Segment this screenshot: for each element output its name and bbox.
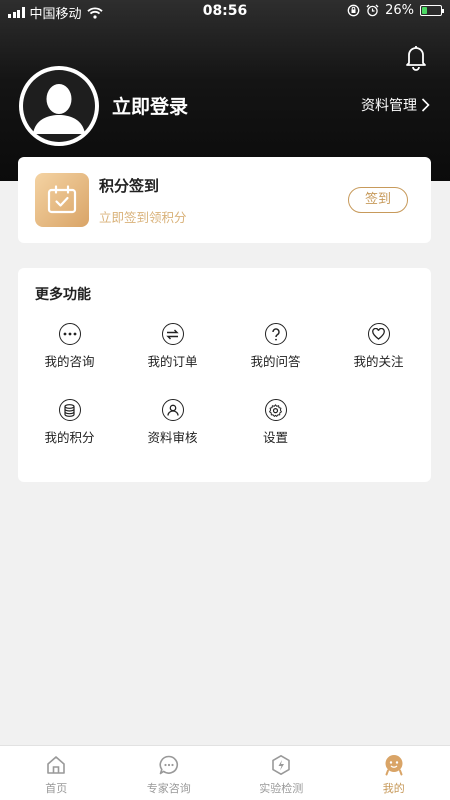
battery-percent: 26% (385, 3, 414, 18)
chevron-right-icon (421, 98, 430, 112)
question-icon (264, 323, 287, 345)
my-points-label: 我的积分 (44, 430, 95, 445)
signin-title: 积分签到 (99, 177, 160, 195)
profile-header: 中国移动 08:56 26% 立即登录 资料管理 (0, 0, 450, 181)
tab-expert-consult-label: 专家咨询 (146, 782, 191, 795)
tab-lab-testing-label: 实验检测 (259, 782, 304, 795)
profile-manage-label: 资料管理 (361, 98, 417, 114)
settings-label: 设置 (262, 430, 288, 445)
signin-subtitle: 立即签到领积分 (99, 210, 187, 225)
points-signin-card: 积分签到 立即签到领积分 签到 (18, 157, 431, 243)
orientation-lock-icon (347, 4, 360, 17)
data-review-item[interactable]: 资料审核 (121, 399, 224, 446)
alarm-icon (366, 4, 379, 17)
data-review-label: 资料审核 (147, 430, 198, 445)
more-functions-title: 更多功能 (35, 287, 91, 303)
profile-manage-link[interactable]: 资料管理 (361, 95, 430, 115)
tab-me-label: 我的 (382, 782, 405, 795)
exchange-icon (161, 323, 184, 345)
default-avatar-icon (23, 70, 95, 142)
coins-icon (58, 399, 81, 421)
login-link[interactable]: 立即登录 (112, 92, 188, 119)
bottom-tab-bar: 首页 专家咨询 实验检测 我的 (0, 745, 450, 800)
my-orders-item[interactable]: 我的订单 (121, 323, 224, 370)
bell-icon[interactable] (402, 42, 430, 72)
me-icon (382, 753, 406, 777)
my-follows-item[interactable]: 我的关注 (327, 323, 430, 370)
my-points-item[interactable]: 我的积分 (18, 399, 121, 446)
calendar-check-icon (35, 173, 89, 227)
my-orders-label: 我的订单 (147, 354, 198, 369)
status-bar: 中国移动 08:56 26% (0, 0, 450, 22)
my-follows-label: 我的关注 (353, 354, 404, 369)
my-consultations-item[interactable]: 我的咨询 (18, 323, 121, 370)
more-functions-card: 更多功能 我的咨询 我的订单 我的问答 我的关注 我的积分 资料审核 设置 (18, 268, 431, 482)
chat-icon (157, 753, 181, 777)
my-consultations-label: 我的咨询 (44, 354, 95, 369)
my-qa-item[interactable]: 我的问答 (224, 323, 327, 370)
tab-lab-testing[interactable]: 实验检测 (225, 746, 338, 800)
gear-icon (264, 399, 287, 421)
tab-me[interactable]: 我的 (338, 746, 450, 800)
battery-icon (420, 5, 444, 16)
user-icon (161, 399, 184, 421)
home-icon (44, 753, 68, 777)
tab-expert-consult[interactable]: 专家咨询 (113, 746, 226, 800)
settings-item[interactable]: 设置 (224, 399, 327, 446)
tab-home[interactable]: 首页 (0, 746, 113, 800)
signin-button[interactable]: 签到 (348, 187, 408, 213)
heart-icon (367, 323, 390, 345)
tab-home-label: 首页 (45, 782, 68, 795)
more-dots-icon (58, 323, 81, 345)
my-qa-label: 我的问答 (250, 354, 301, 369)
lightning-icon (269, 753, 293, 777)
avatar[interactable] (19, 66, 99, 146)
